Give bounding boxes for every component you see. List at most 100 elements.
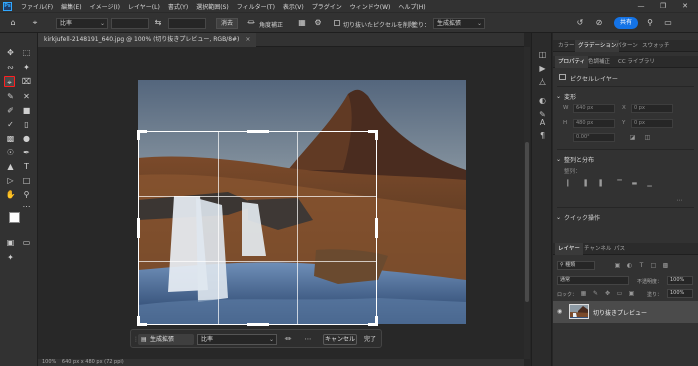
menu-file[interactable]: ファイル(F): [17, 2, 57, 11]
eyedropper-tool-icon[interactable]: ✎: [5, 91, 16, 102]
lock-transparent-icon[interactable]: ▦: [579, 289, 588, 298]
pen-tool-icon[interactable]: ✒: [21, 147, 32, 158]
swap-dimensions-icon[interactable]: ⇆: [153, 18, 163, 28]
tab-adjustments[interactable]: 色調補正: [585, 56, 613, 68]
tab-layers[interactable]: レイヤー: [555, 243, 583, 255]
menu-help[interactable]: ヘルプ(H): [394, 2, 429, 11]
menu-layer[interactable]: レイヤー(L): [124, 2, 164, 11]
menu-window[interactable]: ウィンドウ(W): [346, 2, 395, 11]
document-tab[interactable]: kirkjufell-2148191_640.jpg @ 100% (切り抜きプ…: [38, 33, 257, 47]
align-collapse-icon[interactable]: ⌄: [556, 156, 561, 163]
zoom-level[interactable]: 100%: [42, 359, 56, 365]
generative-expand-button[interactable]: ▤ 生成拡張: [138, 334, 194, 345]
layer-comps-icon[interactable]: ⧊: [537, 77, 548, 88]
home-icon[interactable]: ⌂: [8, 18, 18, 28]
menu-image[interactable]: イメージ(I): [86, 2, 124, 11]
crop-handle-top[interactable]: [247, 130, 269, 133]
align-top-icon[interactable]: ▔: [615, 179, 624, 188]
vertical-scrollbar[interactable]: [524, 47, 530, 359]
share-button[interactable]: 共有: [614, 17, 638, 29]
fill-field[interactable]: 100%: [667, 289, 693, 298]
search-icon[interactable]: ⚲: [645, 18, 655, 28]
menu-select[interactable]: 選択範囲(S): [192, 2, 233, 11]
more-options-icon[interactable]: ⋯: [303, 334, 313, 345]
taskbar-ratio-select[interactable]: 比率 ⌄: [197, 334, 277, 345]
crop-tool-icon[interactable]: ⌖: [4, 76, 15, 87]
scrollbar-thumb[interactable]: [525, 142, 529, 302]
straighten-icon[interactable]: ⏛: [246, 18, 256, 28]
layer-name[interactable]: 切り抜きプレビュー: [593, 308, 647, 317]
align-left-icon[interactable]: ▎: [565, 179, 574, 188]
history-brush-icon[interactable]: ✓: [5, 119, 16, 130]
tab-paths[interactable]: パス: [611, 243, 628, 255]
adjustments-icon[interactable]: ◐: [537, 95, 548, 106]
align-center-h-icon[interactable]: ▐: [580, 179, 589, 188]
brush-tool-icon[interactable]: ✐: [5, 105, 16, 116]
direct-select-icon[interactable]: ▷: [5, 175, 16, 186]
foreground-color-swatch[interactable]: [9, 212, 20, 223]
move-tool-icon[interactable]: ✥: [5, 47, 16, 58]
height-field[interactable]: 480 px: [573, 119, 615, 128]
minimize-icon[interactable]: —: [630, 0, 652, 12]
lasso-tool-icon[interactable]: ∾: [5, 62, 16, 73]
gear-icon[interactable]: ⚙: [313, 18, 323, 28]
filter-adjust-icon[interactable]: ◐: [625, 261, 634, 270]
object-select-tool-icon[interactable]: ✦: [21, 62, 32, 73]
blend-mode-select[interactable]: 通常: [557, 276, 629, 285]
close-tab-icon[interactable]: ×: [245, 36, 250, 43]
clear-button[interactable]: 消去: [216, 18, 238, 29]
marquee-tool-icon[interactable]: ⬚: [21, 47, 32, 58]
crop-handle-top-right[interactable]: [375, 130, 378, 140]
more-tools-icon[interactable]: ⋯: [21, 201, 32, 212]
y-field[interactable]: 0 px: [631, 119, 673, 128]
align-bottom-icon[interactable]: ▁: [645, 179, 654, 188]
eraser-tool-icon[interactable]: ▯: [21, 119, 32, 130]
x-field[interactable]: 0 px: [631, 104, 673, 113]
fill-select[interactable]: 生成拡張 ⌄: [433, 18, 485, 29]
lock-all-icon[interactable]: ▣: [627, 289, 636, 298]
crop-handle-bottom[interactable]: [247, 323, 269, 326]
delete-cropped-checkbox[interactable]: [334, 20, 340, 26]
eye-icon[interactable]: ◉: [557, 308, 565, 316]
filter-smart-icon[interactable]: ▩: [661, 261, 670, 270]
character-panel-icon[interactable]: A: [537, 117, 548, 128]
crop-handle-right[interactable]: [375, 218, 378, 238]
path-select-icon[interactable]: ▲: [5, 161, 16, 172]
flip-vertical-icon[interactable]: ◫: [643, 133, 652, 142]
lock-position-icon[interactable]: ✥: [603, 289, 612, 298]
cancel-crop-icon[interactable]: ⊘: [594, 18, 604, 28]
type-tool-icon[interactable]: T: [21, 161, 32, 172]
menu-filter[interactable]: フィルター(T): [233, 2, 279, 11]
transform-collapse-icon[interactable]: ⌄: [556, 93, 561, 100]
lock-artboard-icon[interactable]: ▭: [615, 289, 624, 298]
menu-type[interactable]: 書式(Y): [164, 2, 192, 11]
swatches-panel-icon[interactable]: ◫: [537, 49, 548, 60]
close-icon[interactable]: ✕: [674, 0, 696, 12]
width-field[interactable]: 640 px: [573, 104, 615, 113]
straighten-label[interactable]: 角度補正: [259, 20, 283, 29]
hand-tool-icon[interactable]: ✋: [5, 189, 16, 200]
opacity-field[interactable]: 100%: [667, 276, 693, 285]
drag-handle-icon[interactable]: ⋮: [133, 334, 139, 345]
flip-horizontal-icon[interactable]: ◪: [628, 133, 637, 142]
stamp-tool-icon[interactable]: ■: [21, 105, 32, 116]
crop-width-input[interactable]: [111, 18, 149, 29]
healing-brush-icon[interactable]: ✕: [21, 91, 32, 102]
done-button[interactable]: 完了: [361, 334, 379, 345]
filter-pixel-icon[interactable]: ▣: [613, 261, 622, 270]
crop-handle-top-left[interactable]: [137, 130, 140, 140]
sparkle-icon[interactable]: ✦: [5, 252, 16, 263]
straighten-icon[interactable]: ⏛: [283, 334, 293, 345]
lock-image-icon[interactable]: ✎: [591, 289, 600, 298]
restore-icon[interactable]: ❐: [652, 0, 674, 12]
align-right-icon[interactable]: ▐: [595, 179, 604, 188]
screen-mode-icon[interactable]: ▭: [21, 237, 32, 248]
menu-edit[interactable]: 編集(E): [57, 2, 85, 11]
dodge-tool-icon[interactable]: ☉: [5, 147, 16, 158]
photoshop-logo[interactable]: Ps: [3, 1, 12, 11]
crop-handle-bottom-right[interactable]: [375, 316, 378, 326]
frame-tool-icon[interactable]: ⌧: [21, 76, 32, 87]
tab-pattern[interactable]: パターン: [613, 40, 641, 52]
crop-box[interactable]: [137, 130, 378, 326]
cancel-button[interactable]: キャンセル: [323, 334, 357, 345]
